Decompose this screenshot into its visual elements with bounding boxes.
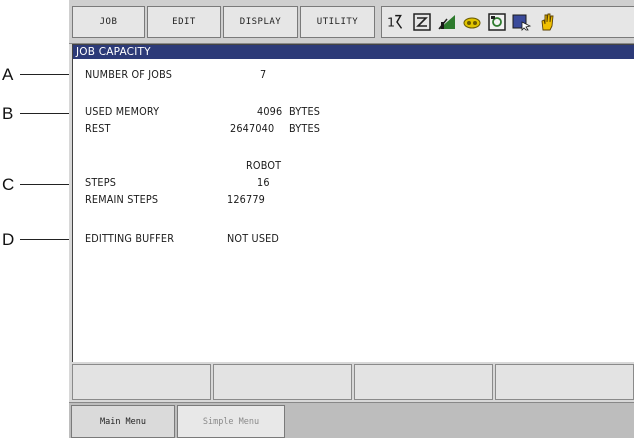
top-menu-bar: JOB EDIT DISPLAY UTILITY 1 (69, 0, 634, 44)
axes-icon[interactable]: 1 (387, 12, 407, 32)
softkey-2[interactable] (213, 364, 352, 400)
steps-value: 16 (257, 176, 270, 189)
callout-c-letter: C (2, 175, 15, 194)
callout-a-letter: A (2, 65, 14, 84)
callout-c-line (20, 184, 76, 185)
main-screen: JOB CAPACITY NUMBER OF JOBS 7 USED MEMOR… (72, 44, 634, 362)
teach-icon[interactable] (412, 12, 432, 32)
callout-c: C (0, 175, 82, 195)
callout-b: B (0, 104, 82, 124)
callout-a-line (20, 74, 76, 75)
used-memory-label: USED MEMORY (85, 105, 160, 118)
softkey-1[interactable] (72, 364, 211, 400)
softkey-row (72, 364, 634, 400)
signal-icon[interactable] (437, 12, 457, 32)
svg-text:1: 1 (387, 15, 395, 30)
main-menu-button[interactable]: Main Menu (71, 405, 175, 438)
callout-d-line (20, 239, 76, 240)
job-menu-button[interactable]: JOB (72, 6, 145, 38)
steps-label: STEPS (85, 176, 117, 189)
number-of-jobs-value: 7 (260, 68, 267, 81)
edit-menu-button[interactable]: EDIT (147, 6, 221, 38)
used-memory-value: 4096 (257, 105, 283, 118)
rest-value: 2647040 (230, 122, 275, 135)
rest-unit: BYTES (289, 122, 321, 135)
pointer-icon[interactable] (512, 12, 532, 32)
robot-icon[interactable] (487, 12, 507, 32)
pendant-panel: JOB EDIT DISPLAY UTILITY 1 JOB CAPACITY … (69, 0, 634, 438)
used-memory-unit: BYTES (289, 105, 321, 118)
callout-d-letter: D (2, 230, 15, 249)
display-menu-button[interactable]: DISPLAY (223, 6, 298, 38)
softkey-4[interactable] (495, 364, 634, 400)
number-of-jobs-label: NUMBER OF JOBS (85, 68, 173, 81)
robot-column-header: ROBOT (246, 159, 282, 172)
softkey-3[interactable] (354, 364, 493, 400)
utility-menu-button[interactable]: UTILITY (300, 6, 375, 38)
callout-b-letter: B (2, 104, 14, 123)
status-icon-strip: 1 (381, 6, 634, 38)
editing-buffer-value: NOT USED (227, 232, 280, 245)
bottom-menu-bar: Main Menu Simple Menu (69, 402, 634, 438)
screen-title: JOB CAPACITY (73, 45, 634, 59)
callout-d: D (0, 230, 82, 250)
rest-label: REST (85, 122, 111, 135)
remain-steps-label: REMAIN STEPS (85, 193, 159, 206)
hand-icon[interactable] (537, 12, 557, 32)
remain-steps-value: 126779 (227, 193, 266, 206)
simple-menu-button[interactable]: Simple Menu (177, 405, 285, 438)
tool-icon[interactable] (462, 12, 482, 32)
callout-a: A (0, 65, 82, 85)
editing-buffer-label: EDITTING BUFFER (85, 232, 175, 245)
callout-b-line (20, 113, 76, 114)
